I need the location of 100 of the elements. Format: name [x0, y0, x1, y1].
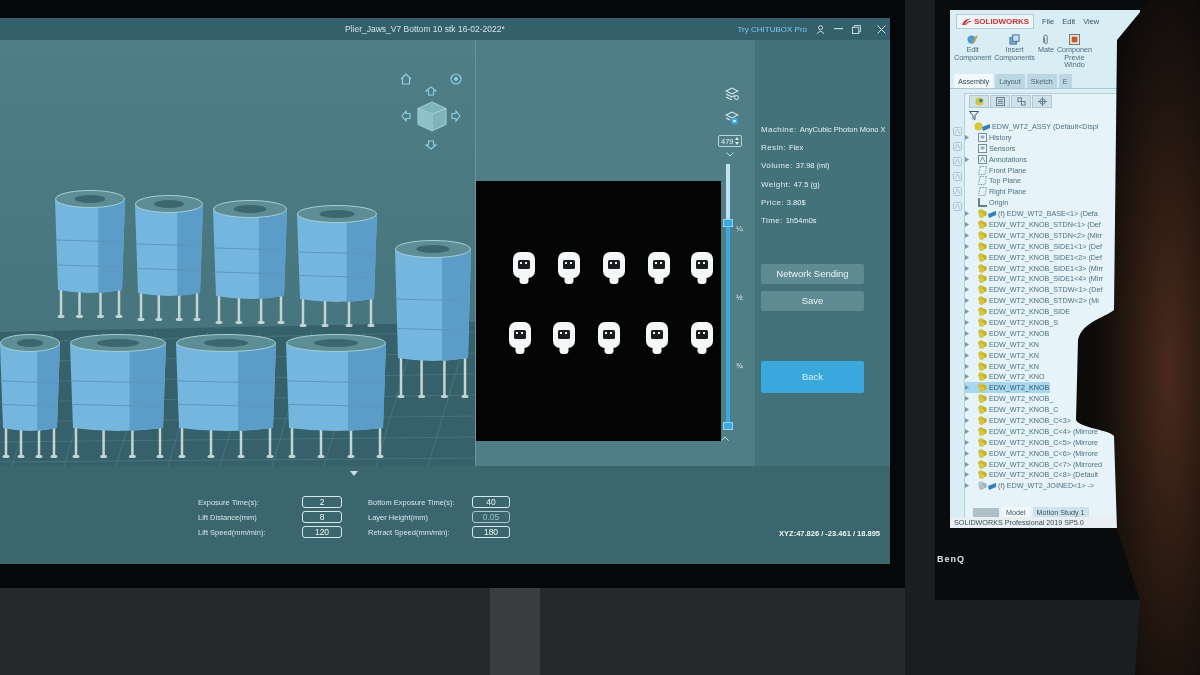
expand-caret-icon[interactable] — [965, 439, 969, 445]
user-icon[interactable] — [816, 24, 825, 34]
crosshair-icon — [1037, 97, 1047, 106]
expand-caret-icon[interactable] — [965, 265, 969, 271]
expand-caret-icon[interactable] — [965, 309, 969, 315]
sidebar-tool-icon[interactable] — [952, 127, 962, 136]
expand-caret-icon[interactable] — [965, 363, 969, 369]
expand-caret-icon[interactable] — [965, 319, 969, 325]
minimize-icon[interactable] — [834, 28, 843, 30]
upgrade-link[interactable]: Try CHITUBOX Pro — [737, 24, 807, 34]
part-icon — [978, 459, 987, 469]
layers-hidden-icon[interactable] — [725, 87, 739, 100]
home-icon[interactable] — [400, 73, 412, 85]
sidebar-tool-icon[interactable] — [952, 187, 962, 196]
expand-caret-icon[interactable] — [965, 298, 969, 304]
sidebar-tool-icon[interactable] — [952, 142, 962, 151]
print-model[interactable] — [297, 205, 377, 327]
layer-slider-thumb[interactable] — [723, 218, 733, 227]
parameter-field[interactable]: 40 — [472, 496, 510, 508]
origin-axes-icon — [978, 198, 987, 208]
expand-caret-icon[interactable] — [965, 156, 969, 162]
part-icon — [978, 448, 987, 458]
expand-caret-icon[interactable] — [965, 407, 969, 413]
print-model[interactable] — [176, 334, 276, 458]
insert-component-icon — [1009, 34, 1021, 45]
parameter-field: 0.05 — [472, 511, 510, 523]
part-icon — [978, 317, 987, 327]
expand-caret-icon[interactable] — [965, 232, 969, 238]
view-down-arrow-icon[interactable] — [425, 140, 437, 150]
detail-label: Volume: — [761, 161, 793, 171]
expand-caret-icon[interactable] — [965, 483, 969, 489]
part-icon — [978, 285, 987, 295]
detail-label: Time: — [761, 216, 783, 226]
assembly-icon — [974, 97, 984, 106]
slice-shape — [603, 252, 625, 284]
part-icon — [978, 437, 987, 447]
expand-caret-icon[interactable] — [965, 254, 969, 260]
expand-caret-icon[interactable] — [965, 276, 969, 282]
part-icon — [978, 361, 987, 371]
detail-label: Resin: — [761, 142, 787, 152]
close-icon[interactable] — [877, 24, 886, 34]
expand-caret-icon[interactable] — [965, 221, 969, 227]
layers-view-icon[interactable] — [725, 111, 739, 125]
parameter-field[interactable]: 120 — [302, 526, 342, 538]
folder-icon — [978, 132, 987, 142]
parameter-field[interactable]: 2 — [302, 496, 342, 508]
property-list-icon — [995, 97, 1005, 106]
sidebar-tool-icon[interactable] — [952, 157, 962, 166]
expand-caret-icon[interactable] — [965, 385, 969, 391]
expand-caret-icon[interactable] — [965, 374, 969, 380]
expand-caret-icon[interactable] — [965, 243, 969, 249]
expand-caret-icon[interactable] — [965, 211, 969, 217]
view-up-arrow-icon[interactable] — [425, 86, 437, 96]
expand-caret-icon[interactable] — [965, 418, 969, 423]
expand-caret-icon[interactable] — [965, 330, 969, 336]
panel-tab[interactable] — [1032, 95, 1052, 108]
panel-tab[interactable] — [990, 95, 1010, 108]
3d-viewport[interactable] — [0, 40, 475, 466]
print-model[interactable] — [0, 334, 60, 458]
sidebar-tool-icon[interactable] — [952, 172, 962, 181]
rotate-view-icon[interactable] — [450, 73, 462, 85]
expand-caret-icon[interactable] — [965, 461, 969, 467]
chevron-down-icon[interactable] — [726, 152, 734, 157]
bottom-slider-thumb[interactable] — [723, 422, 733, 430]
part-icon — [978, 416, 987, 425]
view-cube-icon[interactable] — [416, 100, 448, 132]
spinner-arrows-icon[interactable] — [735, 137, 739, 145]
print-model[interactable] — [286, 334, 386, 458]
expand-caret-icon[interactable] — [965, 352, 969, 358]
layer-slider-track[interactable] — [723, 164, 733, 430]
expand-caret-icon[interactable] — [965, 428, 969, 434]
action-button[interactable]: Network Sending — [761, 263, 864, 284]
part-icon — [978, 263, 987, 273]
parameter-field[interactable]: 8 — [302, 511, 342, 523]
panel-tab[interactable] — [1011, 95, 1031, 108]
view-left-arrow-icon[interactable] — [401, 110, 411, 122]
action-button[interactable]: Save — [761, 290, 864, 311]
print-model[interactable] — [395, 240, 471, 398]
panel-tab[interactable] — [969, 95, 989, 108]
slider-tick-label: ¾ — [736, 361, 743, 371]
parameter-field[interactable]: 180 — [472, 526, 510, 538]
part-icon — [978, 470, 987, 480]
expand-caret-icon[interactable] — [965, 450, 969, 456]
restore-icon[interactable] — [852, 24, 861, 34]
print-model[interactable] — [213, 200, 287, 324]
expand-caret-icon[interactable] — [965, 472, 969, 478]
chevron-up-icon[interactable] — [721, 436, 729, 441]
view-right-arrow-icon[interactable] — [451, 110, 461, 122]
print-model[interactable] — [135, 195, 203, 321]
filter-icon[interactable] — [969, 111, 979, 120]
expand-caret-icon[interactable] — [965, 396, 969, 402]
expand-caret-icon[interactable] — [965, 287, 969, 293]
expand-caret-icon[interactable] — [965, 341, 969, 347]
sidebar-tool-icon[interactable] — [952, 202, 962, 211]
slice-shape — [598, 322, 620, 354]
annotation-folder-icon — [978, 154, 987, 164]
print-model[interactable] — [70, 334, 166, 458]
print-model[interactable] — [55, 190, 125, 318]
expand-caret-icon[interactable] — [965, 134, 969, 140]
collapse-caret-icon[interactable] — [350, 471, 358, 476]
